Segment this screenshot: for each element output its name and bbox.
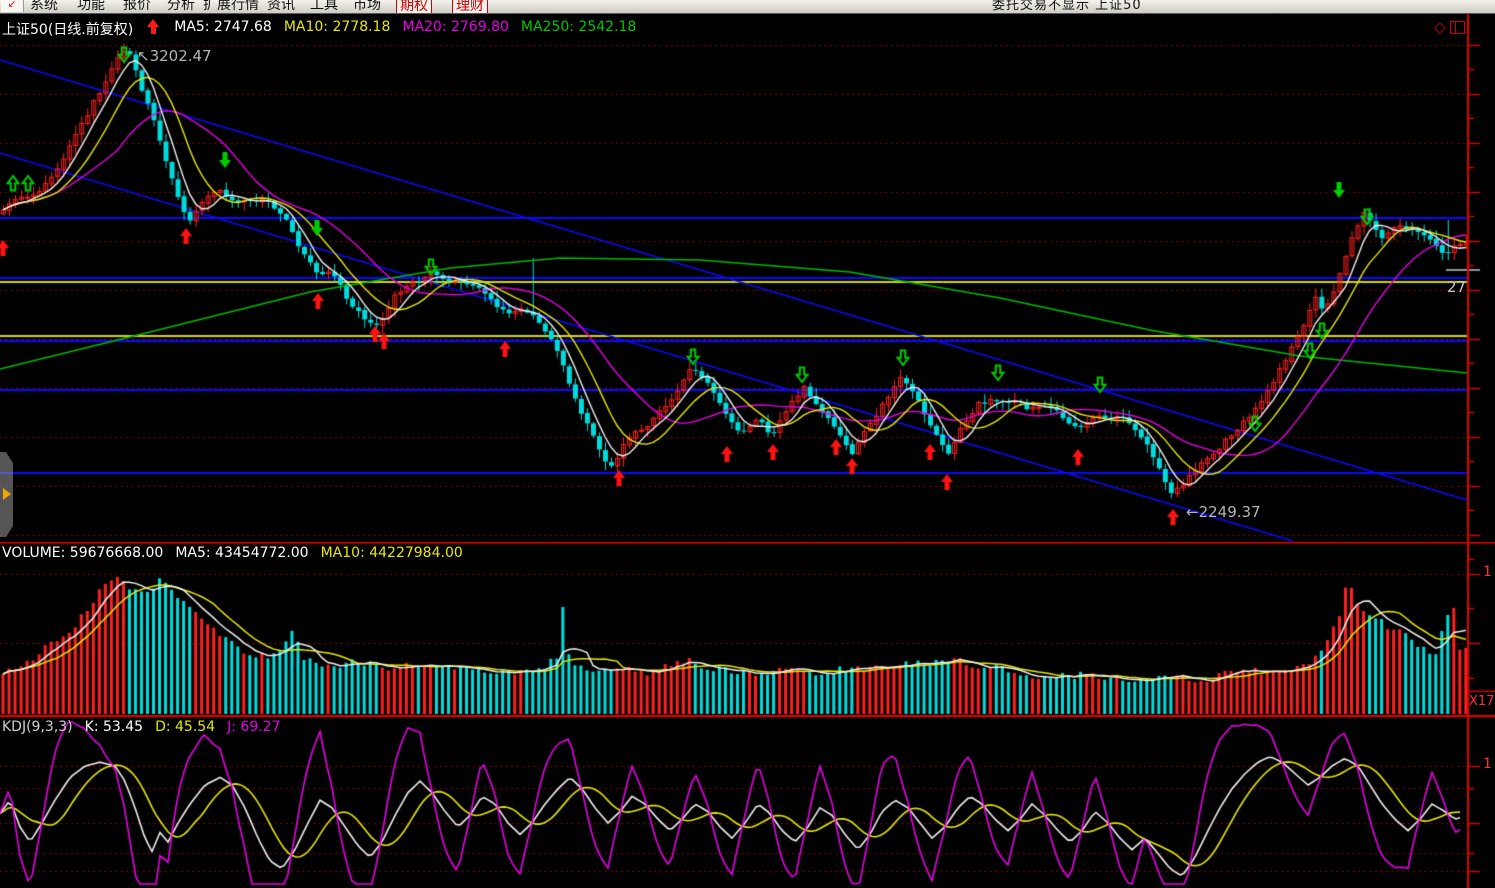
- pane-corner-icons: ◇: [1434, 20, 1465, 35]
- menu-item-options-highlighted[interactable]: 期权: [396, 0, 432, 14]
- split-window-icon[interactable]: [1450, 21, 1465, 34]
- menu-status-text: 委托交易不显示 上证50: [992, 0, 1142, 13]
- menu-bar: ↙ 系统 功能 报价 分析 扩展行情 资讯 工具 市场 期权 理财 委托交易不显…: [0, 0, 1495, 14]
- ma250-value: MA250: 2542.18: [521, 19, 636, 39]
- menu-item-wealth-highlighted[interactable]: 理财: [452, 0, 488, 14]
- kdj-k-value: K: 53.45: [85, 719, 143, 735]
- app-logo-icon[interactable]: ↙: [1, 0, 24, 12]
- volume-pane-header: VOLUME: 59676668.00 MA5: 43454772.00 MA1…: [2, 545, 463, 561]
- volume-axis-top-label: 1: [1483, 564, 1492, 580]
- menu-item-extended-quotes[interactable]: 扩展行情: [203, 0, 259, 14]
- volume-ma10-value: MA10: 44227984.00: [321, 545, 463, 561]
- menu-item-function[interactable]: 功能: [77, 0, 105, 14]
- sidebar-flyout-handle[interactable]: [0, 452, 13, 537]
- expand-right-icon: [3, 488, 11, 500]
- kdj-j-value: J: 69.27: [227, 719, 280, 735]
- stock-chart-canvas[interactable]: [0, 0, 1495, 888]
- diamond-icon[interactable]: ◇: [1434, 20, 1446, 35]
- menu-item-analysis[interactable]: 分析: [167, 0, 195, 14]
- last-price-tag: 27: [1447, 278, 1466, 296]
- volume-value: VOLUME: 59676668.00: [2, 545, 163, 561]
- menu-item-market[interactable]: 市场: [353, 0, 381, 14]
- ma5-value: MA5: 2747.68: [174, 19, 272, 39]
- kdj-d-value: D: 45.54: [155, 719, 215, 735]
- main-pane-header: 上证50(日线.前复权) MA5: 2747.68 MA10: 2778.18 …: [2, 19, 636, 39]
- menu-item-tools[interactable]: 工具: [310, 0, 338, 14]
- kdj-axis-top-label: 1: [1483, 756, 1492, 772]
- trading-terminal-window: ↙ 系统 功能 报价 分析 扩展行情 资讯 工具 市场 期权 理财 委托交易不显…: [0, 0, 1495, 888]
- volume-scale-label: X17: [1469, 694, 1494, 709]
- ma20-value: MA20: 2769.80: [402, 19, 509, 39]
- menu-item-news[interactable]: 资讯: [267, 0, 295, 14]
- peak-price-annotation: ↖3202.47: [137, 47, 212, 65]
- kdj-pane-header: KDJ(9,3,3) K: 53.45 D: 45.54 J: 69.27: [2, 719, 280, 735]
- kdj-params: KDJ(9,3,3): [2, 719, 73, 735]
- menu-item-quotes[interactable]: 报价: [123, 0, 151, 14]
- ma10-value: MA10: 2778.18: [284, 19, 391, 39]
- trough-price-annotation: ←2249.37: [1186, 503, 1261, 521]
- volume-ma5-value: MA5: 43454772.00: [175, 545, 308, 561]
- menu-item-system[interactable]: 系统: [30, 0, 58, 14]
- up-arrow-icon: [147, 19, 160, 34]
- chart-title: 上证50(日线.前复权): [2, 19, 133, 39]
